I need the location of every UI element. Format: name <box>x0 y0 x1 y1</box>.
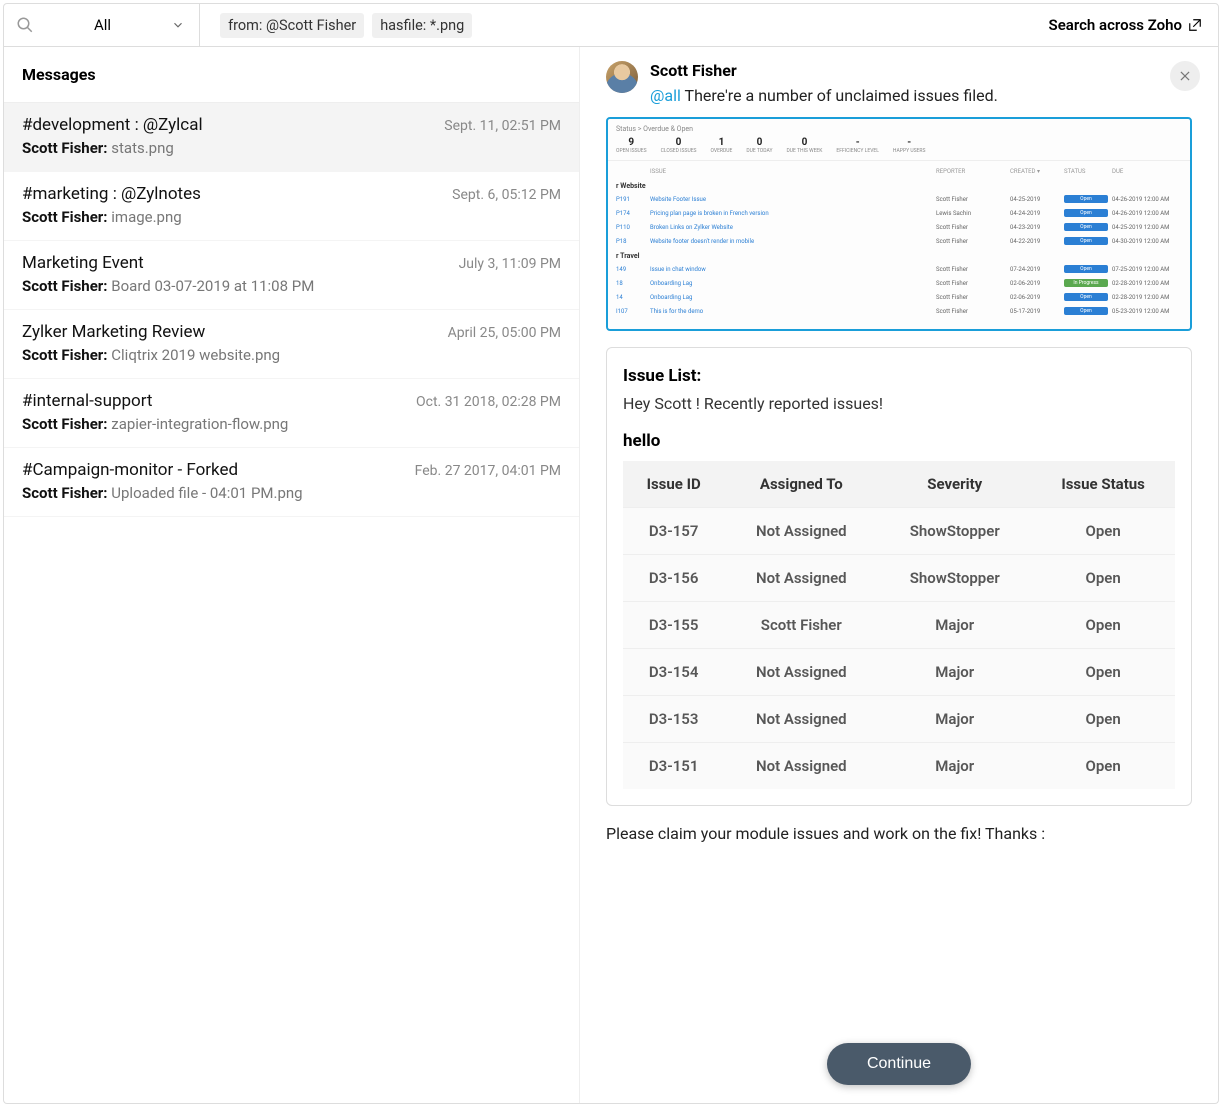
table-cell: D3-155 <box>623 602 724 649</box>
message-author: Scott Fisher: <box>22 415 108 433</box>
message-file: Board 03-07-2019 at 11:08 PM <box>111 277 314 295</box>
message-time: Sept. 6, 05:12 PM <box>452 187 561 203</box>
message-time: Oct. 31 2018, 02:28 PM <box>416 394 561 410</box>
message-item[interactable]: Marketing Event July 3, 11:09 PM Scott Fi… <box>4 241 579 310</box>
table-header: Assigned To <box>724 461 878 508</box>
table-cell: Not Assigned <box>724 555 878 602</box>
message-author: Scott Fisher: <box>22 277 108 295</box>
issues-table: Issue IDAssigned ToSeverityIssue Status … <box>623 461 1175 789</box>
message-file: Uploaded file - 04:01 PM.png <box>111 484 302 502</box>
message-author: Scott Fisher: <box>22 208 108 226</box>
table-cell: D3-154 <box>623 649 724 696</box>
table-header: Issue ID <box>623 461 724 508</box>
table-cell: Major <box>878 649 1031 696</box>
search-chip[interactable]: hasfile: *.png <box>372 13 472 38</box>
table-cell: ShowStopper <box>878 555 1031 602</box>
message-title: #development : @Zylcal <box>22 115 203 135</box>
message-item[interactable]: Zylker Marketing Review April 25, 05:00 P… <box>4 310 579 379</box>
messages-header: Messages <box>4 47 579 103</box>
table-cell: Open <box>1031 602 1175 649</box>
table-cell: Open <box>1031 508 1175 555</box>
table-row[interactable]: D3-155Scott FisherMajorOpen <box>623 602 1175 649</box>
table-cell: Scott Fisher <box>724 602 878 649</box>
continue-label: Continue <box>867 1055 931 1072</box>
attachment-preview[interactable]: Status > Overdue & Open9Open Issues0Clos… <box>606 117 1192 331</box>
message-time: Feb. 27 2017, 04:01 PM <box>415 463 561 479</box>
table-cell: ShowStopper <box>878 508 1031 555</box>
message-title: #marketing : @Zylnotes <box>22 184 201 204</box>
table-row[interactable]: D3-151Not AssignedMajorOpen <box>623 743 1175 790</box>
message-title: Marketing Event <box>22 253 144 273</box>
search-bar: All from: @Scott Fisher hasfile: *.png S… <box>3 3 1219 47</box>
message-time: July 3, 11:09 PM <box>459 256 561 272</box>
sender-name: Scott Fisher <box>650 61 998 80</box>
table-cell: Not Assigned <box>724 649 878 696</box>
filter-dropdown[interactable]: All <box>4 4 200 46</box>
table-row[interactable]: D3-153Not AssignedMajorOpen <box>623 696 1175 743</box>
table-cell: Major <box>878 602 1031 649</box>
table-row[interactable]: D3-156Not AssignedShowStopperOpen <box>623 555 1175 602</box>
message-text: There're a number of unclaimed issues fi… <box>681 86 998 105</box>
message-author: Scott Fisher: <box>22 484 108 502</box>
table-cell: Major <box>878 696 1031 743</box>
avatar <box>606 61 638 93</box>
message-file: stats.png <box>111 139 174 157</box>
search-across-label: Search across Zoho <box>1049 16 1182 34</box>
table-row[interactable]: D3-157Not AssignedShowStopperOpen <box>623 508 1175 555</box>
message-title: Zylker Marketing Review <box>22 322 205 342</box>
message-time: Sept. 11, 02:51 PM <box>444 118 561 134</box>
search-icon <box>16 16 34 34</box>
message-time: April 25, 05:00 PM <box>448 325 561 341</box>
message-title: #Campaign-monitor - Forked <box>22 460 238 480</box>
table-cell: Not Assigned <box>724 743 878 790</box>
table-cell: Not Assigned <box>724 696 878 743</box>
table-cell: D3-151 <box>623 743 724 790</box>
main-layout: Messages #development : @Zylcal Sept. 11,… <box>3 47 1219 1104</box>
message-file: zapier-integration-flow.png <box>111 415 288 433</box>
message-file: Cliqtrix 2019 website.png <box>111 346 280 364</box>
continue-button[interactable]: Continue <box>827 1043 971 1085</box>
message-header: Scott Fisher @all There're a number of u… <box>606 61 1192 105</box>
message-item[interactable]: #Campaign-monitor - Forked Feb. 27 2017, … <box>4 448 579 517</box>
search-across-link[interactable]: Search across Zoho <box>1049 16 1218 34</box>
message-body: @all There're a number of unclaimed issu… <box>650 86 998 105</box>
table-cell: Open <box>1031 696 1175 743</box>
table-cell: D3-153 <box>623 696 724 743</box>
message-item[interactable]: #internal-supportOct. 31 2018, 02:28 PM … <box>4 379 579 448</box>
search-chips: from: @Scott Fisher hasfile: *.png <box>200 13 472 38</box>
table-cell: Open <box>1031 743 1175 790</box>
messages-panel: Messages #development : @Zylcal Sept. 11,… <box>4 47 580 1103</box>
message-item[interactable]: #marketing : @ZylnotesSept. 6, 05:12 PM … <box>4 172 579 241</box>
message-file: image.png <box>111 208 181 226</box>
card-greeting: hello <box>623 431 1175 451</box>
table-cell: D3-157 <box>623 508 724 555</box>
table-cell: Major <box>878 743 1031 790</box>
issue-list-card: Issue List: Hey Scott ! Recently reporte… <box>606 347 1192 806</box>
close-icon <box>1178 69 1192 83</box>
message-author: Scott Fisher: <box>22 139 108 157</box>
table-cell: Open <box>1031 649 1175 696</box>
table-header: Issue Status <box>1031 461 1175 508</box>
table-cell: D3-156 <box>623 555 724 602</box>
table-cell: Not Assigned <box>724 508 878 555</box>
close-button[interactable] <box>1170 61 1200 91</box>
chevron-down-icon <box>171 18 185 32</box>
search-chip[interactable]: from: @Scott Fisher <box>220 13 364 38</box>
table-row[interactable]: D3-154Not AssignedMajorOpen <box>623 649 1175 696</box>
table-cell: Open <box>1031 555 1175 602</box>
table-header: Severity <box>878 461 1031 508</box>
message-detail-panel: Scott Fisher @all There're a number of u… <box>580 47 1218 1103</box>
card-subtitle: Hey Scott ! Recently reported issues! <box>623 394 1175 413</box>
card-title: Issue List: <box>623 366 1175 386</box>
message-author: Scott Fisher: <box>22 346 108 364</box>
mention[interactable]: @all <box>650 86 681 105</box>
external-link-icon <box>1188 18 1202 32</box>
message-title: #internal-support <box>22 391 152 411</box>
message-item[interactable]: #development : @Zylcal Sept. 11, 02:51 PM… <box>4 103 579 172</box>
filter-label: All <box>94 16 111 34</box>
footer-message: Please claim your module issues and work… <box>606 824 1192 843</box>
